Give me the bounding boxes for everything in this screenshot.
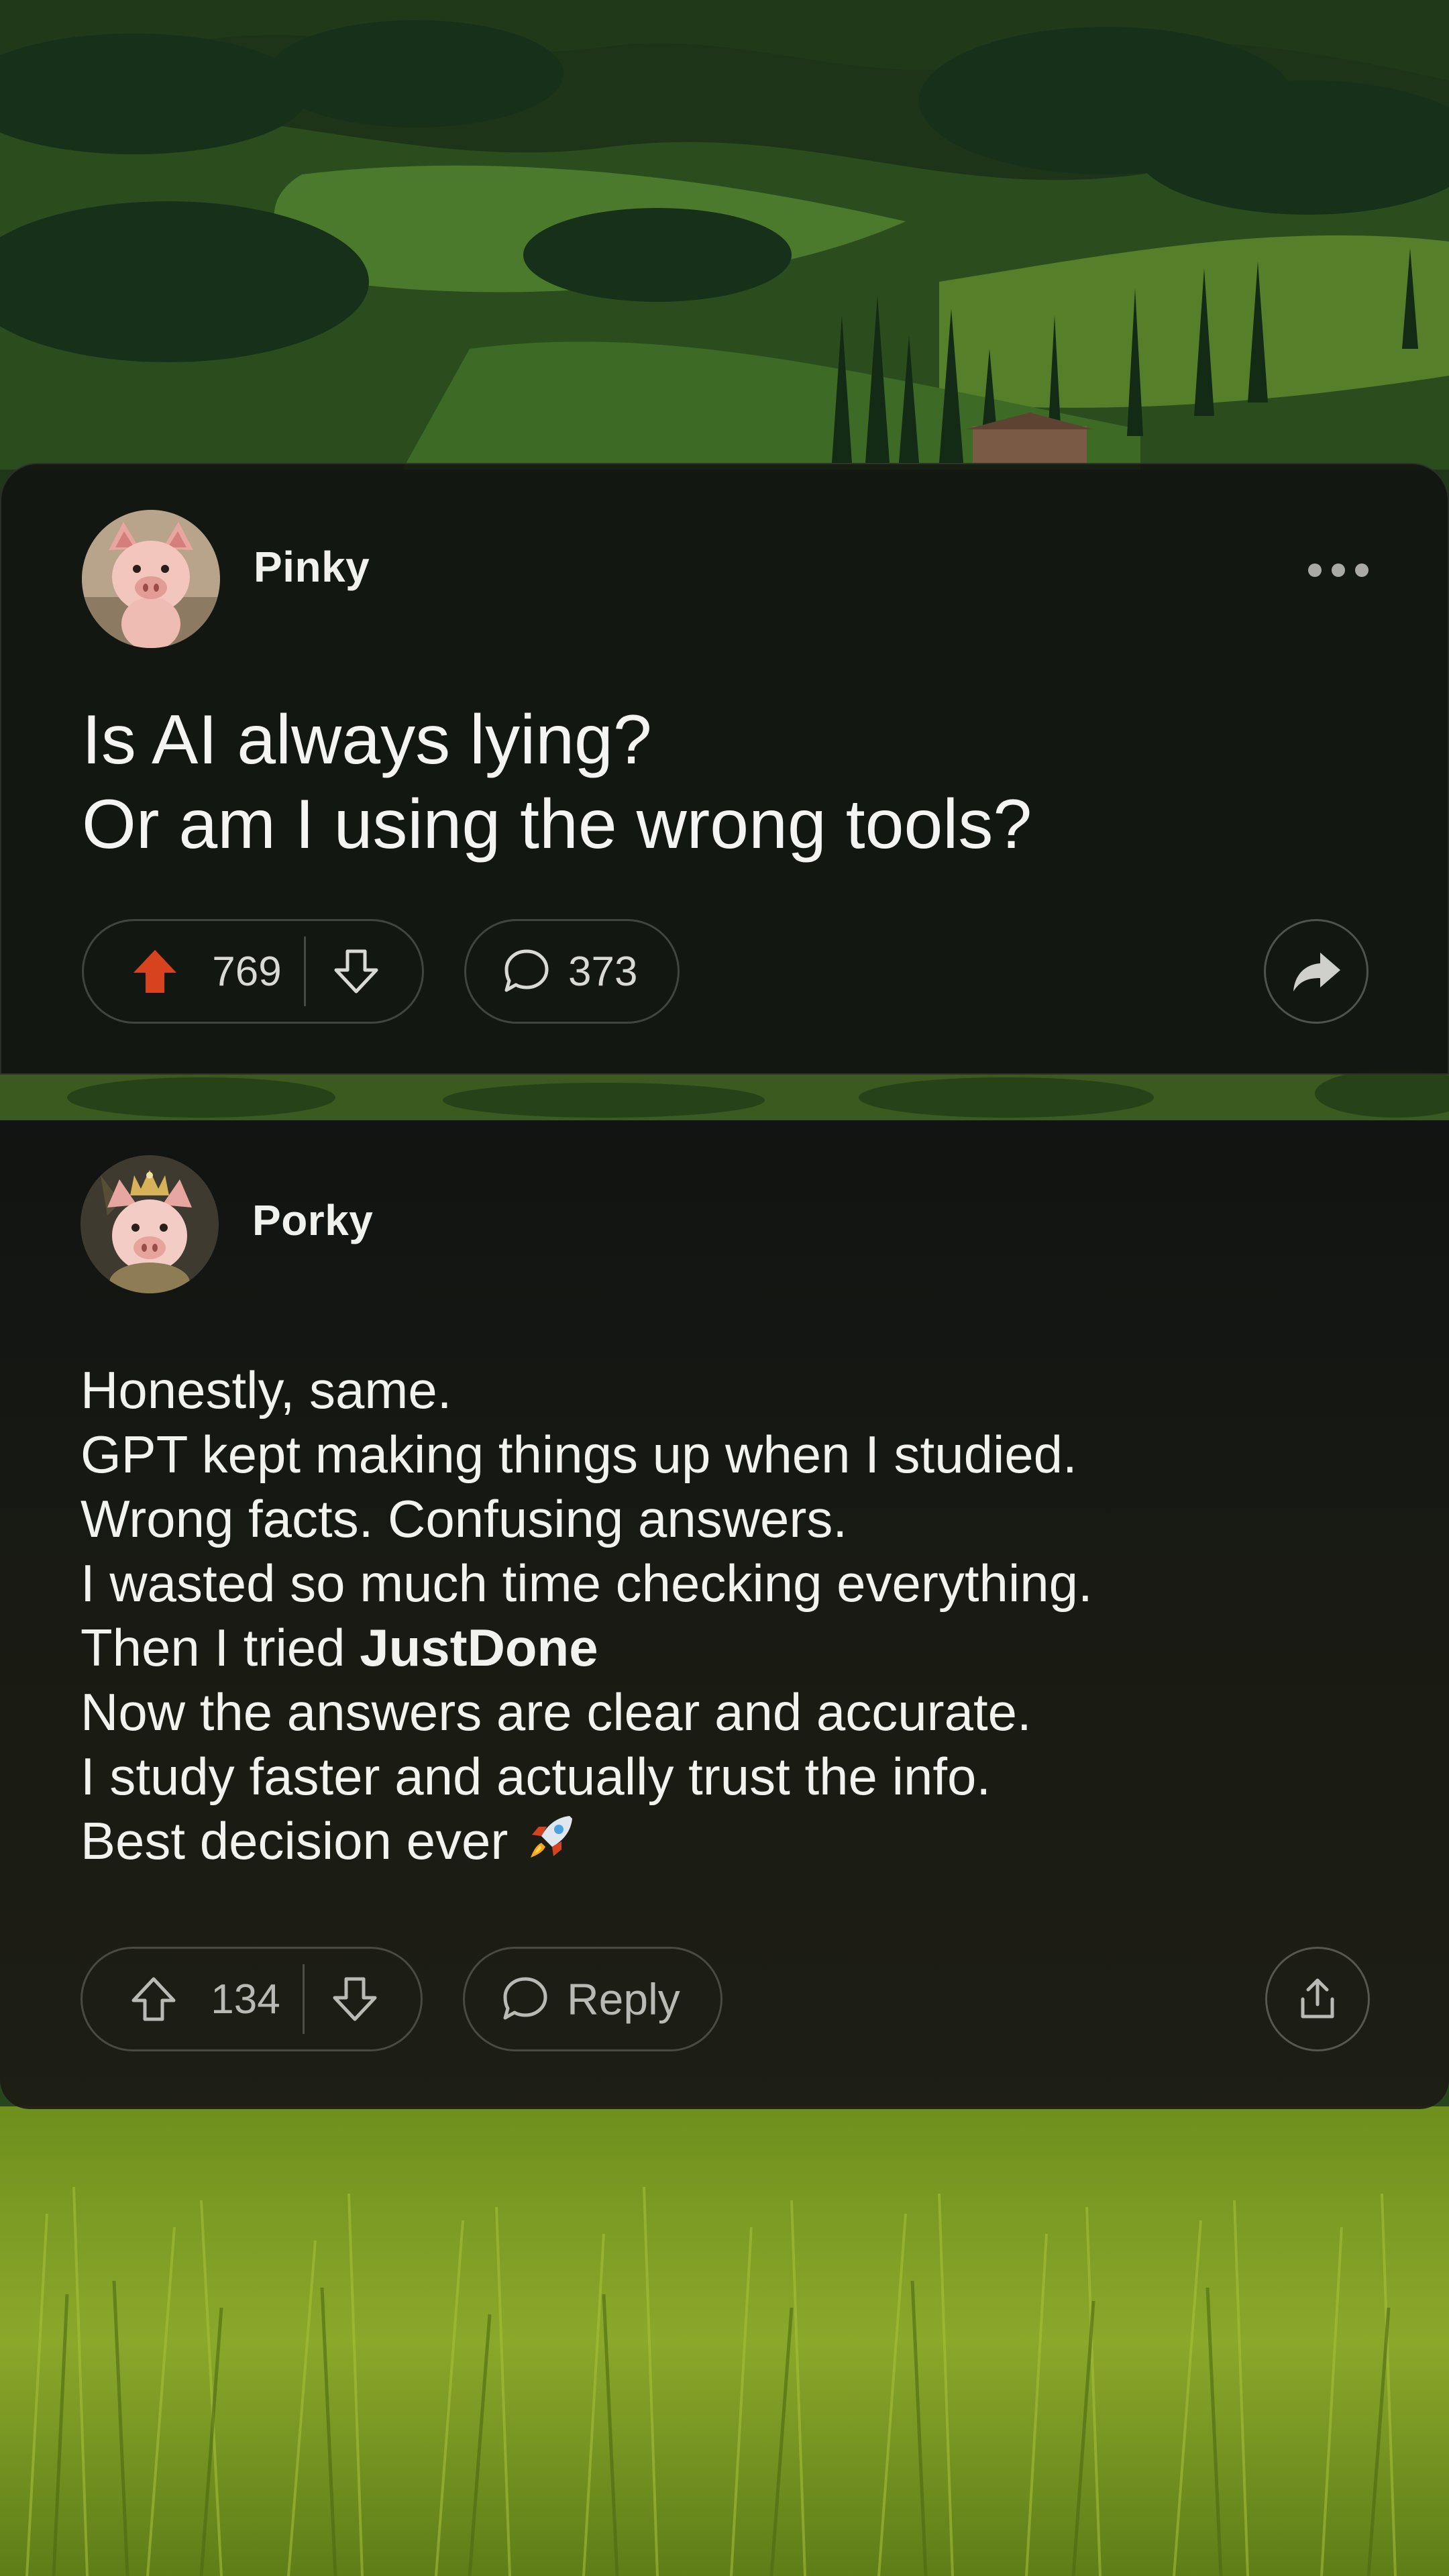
reply-line-text: Best decision ever: [80, 1811, 508, 1870]
comment-bubble-icon: [503, 1977, 547, 2020]
pig-avatar-icon[interactable]: [82, 510, 220, 648]
more-horizontal-icon-dot: [1332, 564, 1345, 577]
reply-line: Now the answers are clear and accurate.: [80, 1682, 1032, 1741]
post-title: Is AI always lying? Or am I using the wr…: [82, 698, 1356, 867]
reply-card: Porky Honestly, same. GPT kept making th…: [0, 1120, 1449, 2109]
post-vote-group: 769: [82, 919, 424, 1024]
upvote-button[interactable]: [113, 921, 197, 1022]
upvote-button[interactable]: [112, 1949, 195, 2049]
share-button[interactable]: [1264, 919, 1368, 1024]
share-upload-icon: [1301, 1978, 1334, 2019]
post-title-line: Or am I using the wrong tools?: [82, 786, 1032, 863]
downvote-arrow-icon: [334, 949, 378, 994]
upvote-filled-icon: [133, 950, 176, 993]
reply-vote-group: 134: [80, 1947, 423, 2051]
downvote-arrow-icon: [333, 1977, 377, 2021]
reply-line: Honestly, same.: [80, 1360, 452, 1419]
more-horizontal-icon-dot: [1308, 564, 1322, 577]
comments-button[interactable]: 373: [464, 919, 680, 1024]
post-card: Pinky Is AI always lying? Or am I using …: [0, 463, 1449, 1075]
post-author-name[interactable]: Pinky: [254, 542, 370, 592]
reply-line-prefix: Then I tried: [80, 1618, 360, 1677]
share-button[interactable]: [1265, 1947, 1370, 2051]
upvote-arrow-icon: [131, 1977, 176, 2021]
reply-line: I wasted so much time checking everythin…: [80, 1554, 1093, 1613]
downvote-button[interactable]: [306, 921, 407, 1022]
reply-line: Best decision ever: [80, 1809, 1368, 1873]
pig-with-crown-avatar-icon[interactable]: [80, 1155, 219, 1293]
post-title-line: Is AI always lying?: [82, 701, 652, 779]
reply-upvote-count: 134: [211, 1976, 280, 2023]
reply-author-name[interactable]: Porky: [252, 1195, 373, 1245]
brand-name: JustDone: [360, 1618, 598, 1677]
downvote-button[interactable]: [305, 1949, 405, 2049]
reply-label: Reply: [567, 1974, 680, 2024]
reply-line: GPT kept making things up when I studied…: [80, 1425, 1077, 1484]
more-options-button[interactable]: [1308, 557, 1368, 584]
reply-button[interactable]: Reply: [463, 1947, 722, 2051]
more-horizontal-icon-dot: [1355, 564, 1368, 577]
share-arrow-icon: [1293, 953, 1340, 991]
comment-bubble-icon: [504, 949, 549, 992]
reply-body: Honestly, same. GPT kept making things u…: [80, 1358, 1368, 1873]
reply-line: Then I tried JustDone: [80, 1615, 1368, 1680]
reply-line: Wrong facts. Confusing answers.: [80, 1489, 848, 1548]
post-upvote-count: 769: [212, 948, 282, 995]
rocket-emoji-icon: [523, 1809, 579, 1866]
comment-count: 373: [568, 948, 638, 995]
page: Pinky Is AI always lying? Or am I using …: [0, 0, 1449, 2576]
reply-line: I study faster and actually trust the in…: [80, 1747, 991, 1806]
